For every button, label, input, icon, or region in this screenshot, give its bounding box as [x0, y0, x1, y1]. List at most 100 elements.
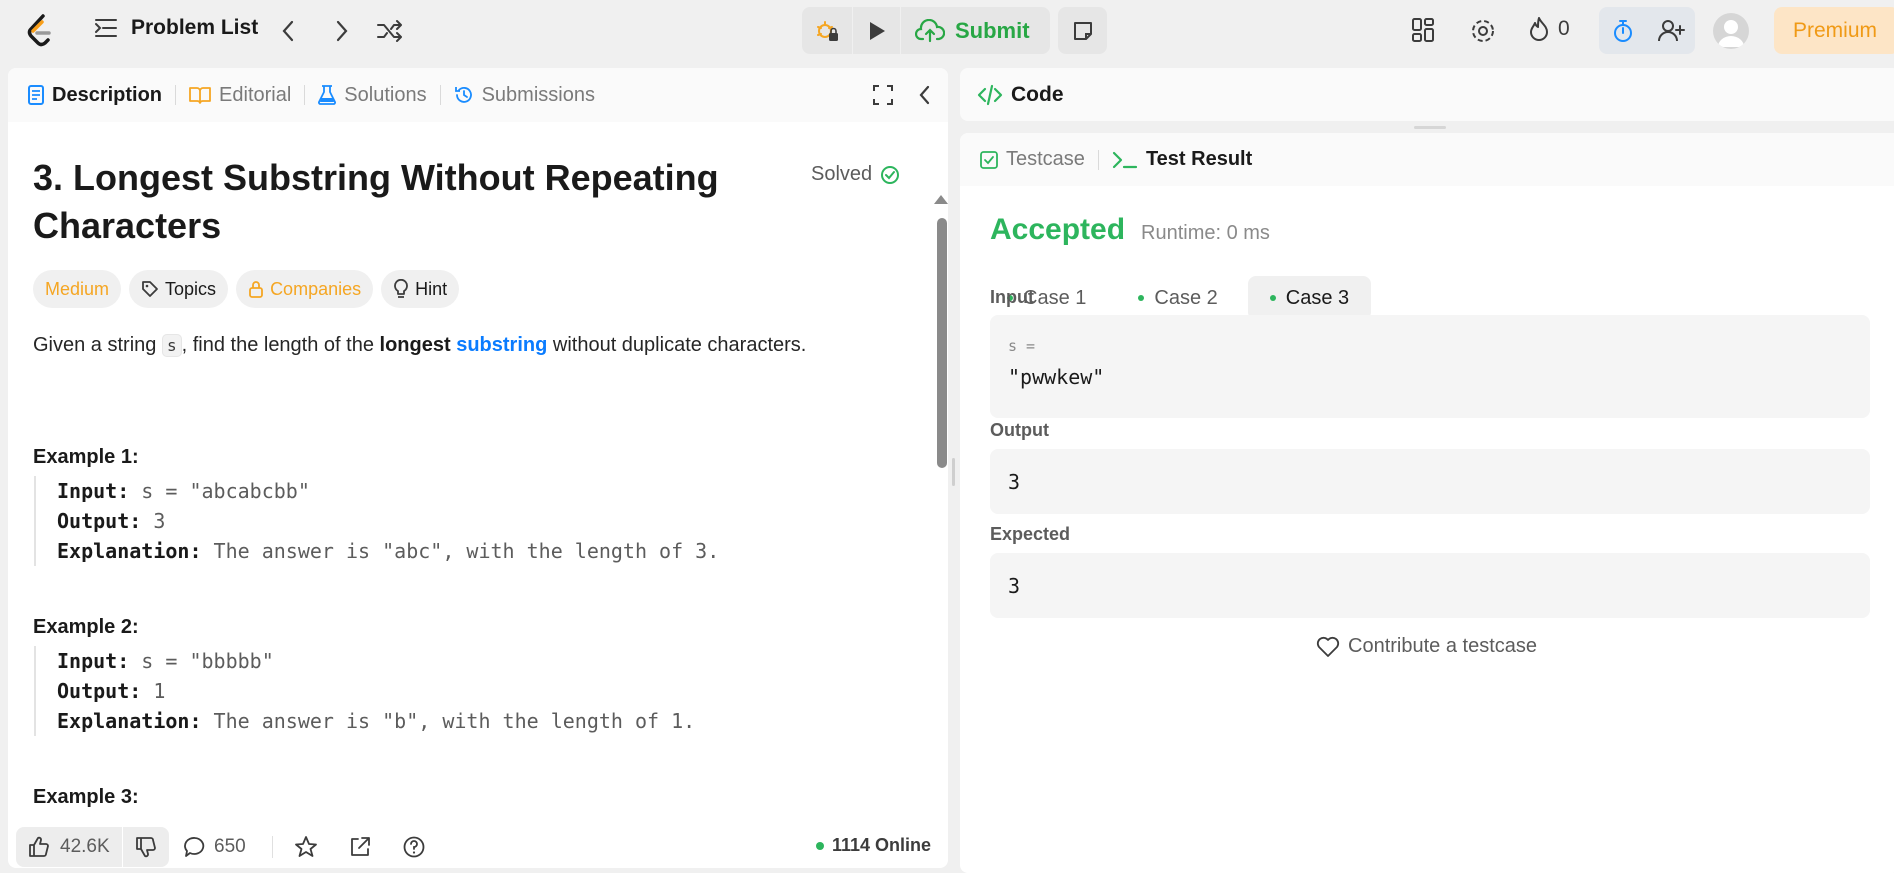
example-heading: Example 1:	[33, 446, 139, 468]
share-button[interactable]	[348, 835, 372, 859]
timer-invite-group	[1599, 7, 1695, 54]
test-result-panel: Testcase Test Result Accepted Runtime: 0…	[960, 133, 1894, 873]
favorite-button[interactable]	[294, 835, 318, 859]
expected-box: 3	[990, 553, 1870, 618]
input-label: Input:	[57, 479, 130, 503]
input-label: Input	[990, 287, 1034, 307]
like-button[interactable]: 42.6K	[16, 836, 122, 858]
companies-tag[interactable]: Companies	[236, 270, 374, 308]
input-value: "pwwkew"	[1008, 365, 1105, 389]
footer-divider	[272, 836, 273, 858]
tab-divider	[304, 85, 306, 105]
input-value: s = "abcabcbb"	[129, 479, 310, 503]
tab-label: Test Result	[1145, 148, 1253, 170]
timer-button[interactable]	[1599, 7, 1647, 54]
input-value: s = "bbbbb"	[129, 649, 274, 673]
flask-icon	[318, 85, 337, 105]
output-value: 3	[141, 509, 166, 533]
collapse-icon	[916, 84, 934, 106]
help-button[interactable]	[402, 835, 426, 859]
leetcode-logo[interactable]	[26, 14, 56, 48]
tab-label: Submissions	[481, 83, 595, 106]
case-label: Case 3	[1285, 286, 1350, 309]
tab-label: Testcase	[1006, 148, 1085, 170]
comments-button[interactable]: 650	[184, 836, 246, 858]
runtime-label: Runtime: 0 ms	[1141, 222, 1270, 244]
example-block: Input: s = "bbbbb" Output: 1 Explanation…	[34, 646, 695, 736]
tab-divider	[439, 85, 441, 105]
tab-editorial[interactable]: Editorial	[189, 84, 291, 107]
scrollbar-thumb[interactable]	[937, 218, 947, 468]
case-tab-3[interactable]: Case 3	[1247, 276, 1372, 320]
random-problem-button[interactable]	[376, 18, 404, 44]
bulb-icon	[393, 279, 409, 299]
add-user-icon	[1657, 18, 1685, 44]
top-bar: Problem List Submit 0 Premium	[0, 0, 1894, 62]
tab-testcase[interactable]: Testcase	[980, 148, 1085, 171]
problem-list-link[interactable]: Problem List	[95, 16, 258, 40]
inline-code: s	[161, 334, 182, 357]
tab-label: Solutions	[344, 83, 427, 106]
note-icon	[1071, 19, 1095, 43]
output-value: 1	[141, 679, 166, 703]
checkbox-icon	[980, 150, 998, 169]
solved-label: Solved	[811, 163, 873, 185]
expand-icon	[872, 84, 894, 106]
desc-text: without duplicate characters.	[547, 334, 807, 356]
layout-button[interactable]	[1410, 14, 1436, 48]
comment-icon	[184, 836, 206, 858]
submit-button[interactable]: Submit	[900, 7, 1050, 54]
tab-label: Editorial	[219, 83, 292, 106]
settings-button[interactable]	[1469, 14, 1497, 48]
example-block: Input: s = "abcabcbb" Output: 3 Explanat…	[34, 476, 719, 566]
row-resize-handle[interactable]	[1414, 126, 1446, 129]
panel-resize-handle[interactable]	[952, 458, 955, 486]
next-problem-button[interactable]	[329, 18, 353, 44]
case-pass-dot	[1269, 295, 1276, 301]
case-tab-2[interactable]: Case 2	[1116, 276, 1239, 320]
premium-button[interactable]: Premium	[1774, 7, 1894, 54]
contribute-testcase-button[interactable]: Contribute a testcase	[1316, 635, 1537, 658]
example-heading: Example 2:	[33, 616, 139, 638]
topics-tag[interactable]: Topics	[129, 270, 229, 308]
submit-label: Submit	[955, 17, 1030, 43]
problem-title: 3. Longest Substring Without Repeating C…	[33, 154, 933, 250]
streak-counter[interactable]: 0	[1528, 16, 1570, 42]
tab-submissions[interactable]: Submissions	[454, 84, 595, 107]
output-label: Output:	[57, 679, 142, 703]
expand-button[interactable]	[872, 84, 894, 106]
play-icon	[867, 20, 887, 42]
hint-tag[interactable]: Hint	[381, 270, 460, 308]
tab-test-result[interactable]: Test Result	[1112, 148, 1252, 171]
invite-button[interactable]	[1647, 7, 1695, 54]
result-tab-bar: Testcase Test Result	[960, 133, 1894, 186]
run-button[interactable]	[852, 7, 900, 54]
substring-link[interactable]: substring	[456, 334, 547, 356]
avatar[interactable]	[1713, 13, 1749, 49]
chevron-right-icon	[329, 18, 353, 44]
check-circle-icon	[880, 165, 900, 185]
desc-text: , find the length of the	[181, 334, 380, 356]
thumb-up-icon	[28, 836, 50, 858]
case-pass-dot	[1138, 295, 1145, 301]
heart-icon	[1316, 636, 1340, 658]
dislike-button[interactable]	[121, 827, 169, 867]
cloud-upload-icon	[915, 18, 945, 43]
tab-description[interactable]: Description	[28, 84, 162, 107]
tab-solutions[interactable]: Solutions	[318, 83, 427, 107]
prev-problem-button[interactable]	[277, 18, 301, 44]
debug-button[interactable]	[802, 7, 852, 54]
shuffle-icon	[376, 18, 404, 44]
tab-divider	[1097, 149, 1099, 170]
code-panel: Code	[960, 68, 1894, 121]
code-panel-header[interactable]: Code	[960, 68, 1894, 121]
difficulty-badge[interactable]: Medium	[33, 270, 122, 308]
notes-button[interactable]	[1058, 7, 1107, 54]
desc-bold: longest	[379, 334, 451, 356]
hint-label: Hint	[415, 278, 448, 299]
run-controls: Submit	[802, 7, 1050, 54]
scroll-up-arrow[interactable]	[934, 195, 948, 204]
gear-icon	[1469, 14, 1497, 48]
collapse-button[interactable]	[916, 84, 934, 106]
online-label: 1114 Online	[832, 835, 932, 855]
